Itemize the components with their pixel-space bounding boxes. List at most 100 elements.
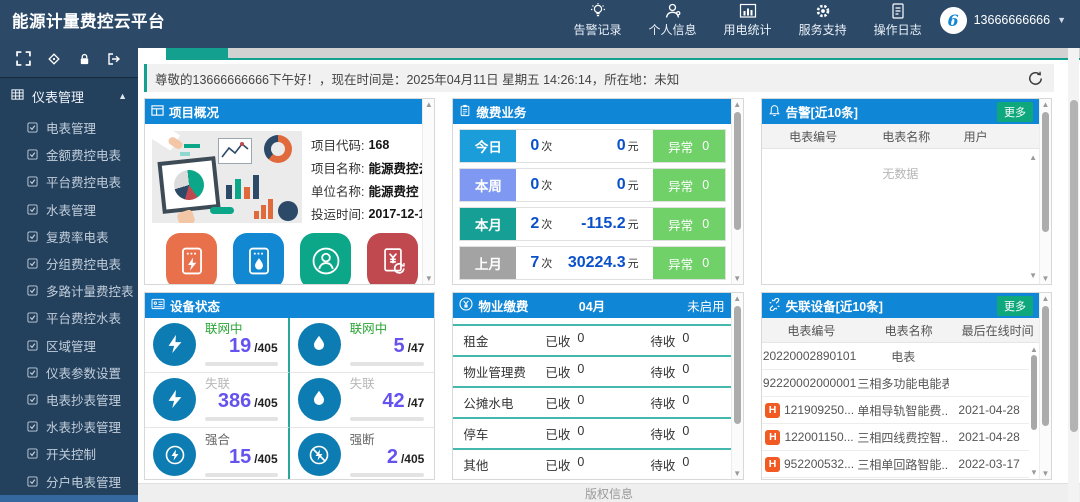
page-scrollbar-thumb[interactable]	[1070, 100, 1078, 432]
device-total: /47	[408, 341, 425, 355]
nav-power-statistics[interactable]: 用电统计	[724, 2, 772, 38]
sidebar-item-water-meter-mgmt[interactable]: 水表管理	[0, 196, 138, 223]
device-count: 2	[387, 446, 398, 468]
scroll-down-icon[interactable]: ▼	[1042, 469, 1050, 478]
navigate-icon[interactable]	[47, 52, 61, 66]
refresh-button[interactable]	[1027, 70, 1044, 87]
scrollbar-thumb[interactable]	[1031, 355, 1037, 430]
times-unit: 次	[541, 258, 552, 270]
scroll-down-icon[interactable]: ▼	[1029, 271, 1037, 280]
project-scrollbar: ▲ ▼	[422, 99, 434, 284]
footer: 版权信息	[138, 483, 1080, 502]
received-label: 已收	[545, 362, 570, 381]
scroll-up-icon[interactable]: ▲	[733, 100, 741, 109]
scroll-down-icon[interactable]: ▼	[733, 469, 741, 478]
checkbox-icon	[27, 285, 38, 296]
nav-personal-info[interactable]: 个人信息	[649, 2, 697, 38]
sidebar-item-area-mgmt[interactable]: 区域管理	[0, 332, 138, 359]
sidebar-item-meter-params[interactable]: 仪表参数设置	[0, 359, 138, 386]
sidebar-item-label: 金额费控电表	[46, 145, 121, 164]
offline-more-button[interactable]: 更多	[997, 296, 1033, 316]
nav-service-support[interactable]: 服务支持	[799, 2, 847, 38]
panel-payment-header: 缴费业务	[453, 99, 730, 124]
property-row-parking: 停车 已收0 待收0	[453, 417, 730, 448]
scroll-up-icon[interactable]: ▲	[1029, 153, 1037, 162]
sidebar-item-multirate-meter[interactable]: 复费率电表	[0, 223, 138, 250]
payment-period-label: 本月	[460, 208, 516, 240]
device-total: /405	[254, 396, 277, 410]
offline-device-row[interactable]: 92220002000001 三相多功能电能表	[762, 370, 1029, 397]
lock-icon[interactable]	[78, 52, 91, 66]
sidebar-item-platform-water-meter[interactable]: 平台费控水表	[0, 304, 138, 331]
scroll-down-icon[interactable]: ▼	[733, 274, 741, 283]
bill-shortcut-button[interactable]	[367, 233, 418, 285]
property-scrollbar: ▲ ▼	[731, 293, 743, 479]
sidebar-item-multichannel-meter[interactable]: 多路计量费控表	[0, 277, 138, 304]
water-meter-shortcut-button[interactable]	[233, 233, 284, 285]
sidebar-group-meter-management[interactable]: 仪表管理 ▲	[0, 78, 138, 114]
scrollbar-thumb[interactable]	[1042, 112, 1049, 232]
document-icon	[889, 2, 907, 20]
user-icon	[664, 2, 682, 20]
h-badge: H	[765, 403, 780, 418]
tab-home[interactable]	[166, 48, 228, 60]
ban-circle-icon	[307, 443, 331, 467]
electric-meter-shortcut-button[interactable]	[166, 233, 217, 285]
sidebar-item-meter-mgmt[interactable]: 电表管理	[0, 114, 138, 141]
scroll-down-icon[interactable]: ▼	[1042, 274, 1050, 283]
received-value: 0	[577, 362, 584, 381]
app-title: 能源计量费控云平台	[0, 8, 165, 32]
sidebar-item-household-meter-mgmt[interactable]: 分户电表管理	[0, 467, 138, 494]
offline-device-row[interactable]: H122001150... 三相四线费控智... 2021-04-28	[762, 424, 1029, 451]
device-cell-electric-online: 联网中 19/405	[145, 318, 290, 373]
user-phone: 13666666666	[974, 13, 1050, 27]
sidebar-bottom-bar	[0, 495, 138, 502]
offline-device-row[interactable]: H121909250... 单相导轨智能费... 2021-04-28	[762, 397, 1029, 424]
offline-device-row[interactable]: 20220002890101 电表	[762, 343, 1029, 370]
meter-name: 单相导轨智能费...	[857, 402, 949, 419]
user-shortcut-button[interactable]	[300, 233, 351, 285]
sidebar-item-platform-feecontrol-meter[interactable]: 平台费控电表	[0, 168, 138, 195]
drop-icon	[308, 333, 330, 355]
scrollbar-thumb[interactable]	[734, 306, 741, 424]
property-month: 04月	[579, 296, 605, 315]
nav-operation-log[interactable]: 操作日志	[874, 2, 922, 38]
device-total: /47	[408, 396, 425, 410]
device-state-label: 联网中	[205, 322, 278, 336]
offline-device-row[interactable]: H952200532... 三相单回路智能... 2022-03-17	[762, 451, 1029, 478]
scroll-up-icon[interactable]: ▲	[1042, 100, 1050, 109]
scroll-up-icon[interactable]: ▲	[733, 294, 741, 303]
device-progress-bar	[205, 362, 278, 366]
payment-times: 2	[530, 215, 539, 232]
sidebar-item-switch-control[interactable]: 开关控制	[0, 440, 138, 467]
logout-icon[interactable]	[107, 52, 122, 66]
scrollbar-thumb[interactable]	[1042, 306, 1049, 426]
welcome-text: 尊敬的13666666666下午好！，现在时间是：2025年04月11日 星期五…	[155, 69, 679, 88]
sidebar-item-amount-feecontrol-meter[interactable]: 金额费控电表	[0, 141, 138, 168]
scroll-down-icon[interactable]: ▼	[1030, 468, 1038, 477]
scroll-up-icon[interactable]: ▲	[1030, 345, 1038, 354]
yuan-circle-icon	[459, 297, 473, 314]
property-status: 未启用	[687, 296, 725, 315]
device-count: 5	[394, 335, 405, 357]
app-window: 能源计量费控云平台 告警记录 个人信息 用电统计 服务支持 操作日志	[0, 0, 1080, 502]
electric-meter-icon	[175, 244, 209, 278]
checkbox-icon	[27, 476, 38, 487]
sidebar-item-water-reading-mgmt[interactable]: 水表抄表管理	[0, 413, 138, 440]
scroll-up-icon[interactable]: ▲	[1042, 294, 1050, 303]
times-unit: 次	[541, 219, 552, 231]
page-scrollbar[interactable]	[1068, 48, 1079, 502]
alarm-more-button[interactable]: 更多	[997, 102, 1033, 122]
scroll-down-icon[interactable]: ▼	[425, 274, 433, 283]
bill-icon	[376, 244, 410, 278]
fee-name: 停车	[453, 424, 545, 443]
scrollbar-thumb[interactable]	[734, 112, 741, 230]
nav-alarm-records[interactable]: 告警记录	[574, 2, 622, 38]
user-menu[interactable]: 6 13666666666 ▼	[940, 7, 1080, 34]
fullscreen-icon[interactable]	[16, 51, 31, 66]
sidebar-item-meter-reading-mgmt[interactable]: 电表抄表管理	[0, 386, 138, 413]
alarm-table-body: 无数据 ▲ ▼	[762, 149, 1039, 284]
received-value: 0	[577, 424, 584, 443]
sidebar-item-group-feecontrol-meter[interactable]: 分组费控电表	[0, 250, 138, 277]
scroll-up-icon[interactable]: ▲	[425, 100, 433, 109]
